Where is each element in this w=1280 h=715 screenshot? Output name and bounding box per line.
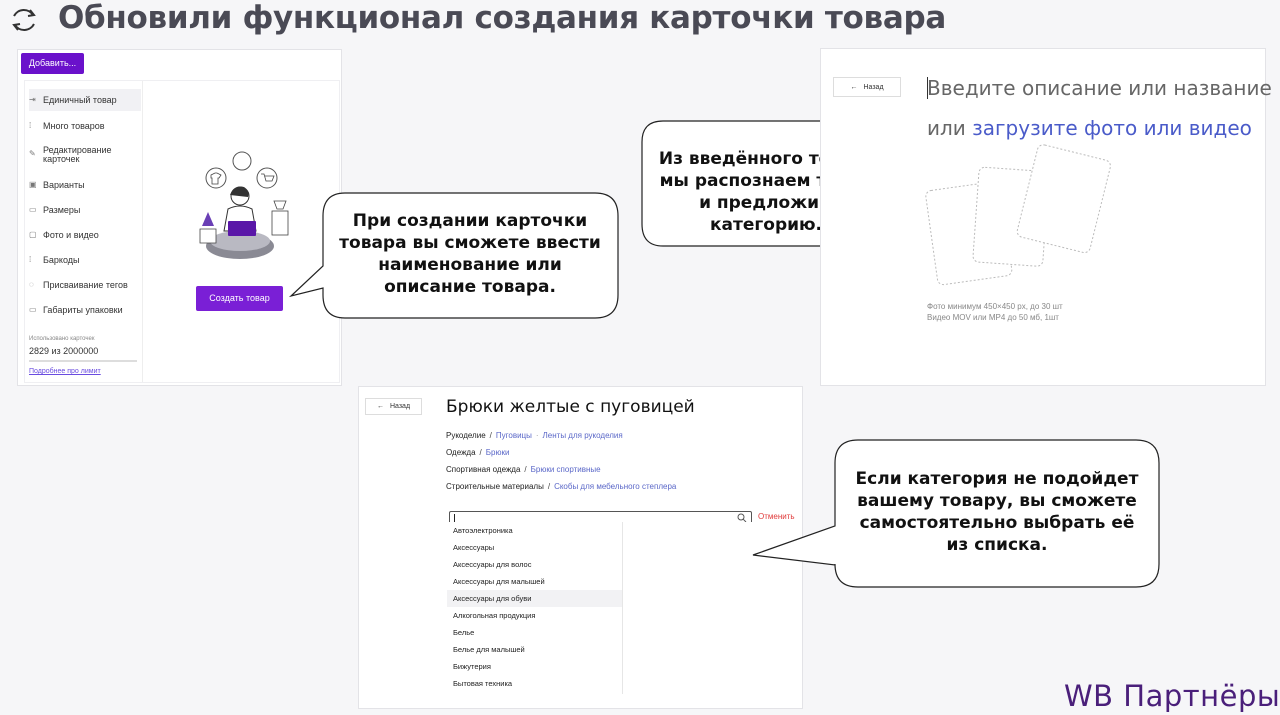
upload-media-link[interactable]: загрузите фото или видео — [972, 116, 1252, 140]
dropdown-option[interactable]: Аксессуары — [447, 539, 622, 556]
creation-sidebar: ⇥ Единичный товар ⁞ Много товаров ✎ Реда… — [25, 81, 143, 382]
box-icon: ▭ — [29, 305, 37, 314]
sidebar-item-label: Варианты — [43, 180, 85, 190]
sidebar-item-photo-video[interactable]: ▢ Фото и видео — [29, 230, 141, 240]
arrow-left-icon: ← — [850, 83, 858, 91]
photo-placeholders-icon — [925, 144, 1111, 286]
sidebar-item-sizes[interactable]: ▭ Размеры — [29, 205, 141, 215]
category-selection-screenshot: ← Назад Брюки желтые с пуговицей Рукодел… — [358, 386, 803, 709]
sidebar-item-label: Баркоды — [43, 255, 80, 265]
sidebar-item-many-products[interactable]: ⁞ Много товаров — [29, 121, 141, 131]
category-root: Одежда — [446, 448, 476, 457]
back-button-label: Назад — [863, 83, 884, 91]
sidebar-item-barcodes[interactable]: ⁞ Баркоды — [29, 255, 141, 265]
slide-title: Обновили функционал создания карточки то… — [58, 0, 946, 36]
variants-icon: ▣ — [29, 180, 37, 189]
category-suggestion-3[interactable]: Спортивная одежда / Брюки спортивные — [446, 465, 601, 474]
usage-label: Использовано карточек — [29, 336, 95, 342]
usage-progress-bar — [29, 360, 137, 362]
dropdown-option[interactable]: Белье — [447, 624, 622, 641]
category-leaf[interactable]: Брюки спортивные — [531, 465, 601, 474]
category-leaf[interactable]: Брюки — [486, 448, 510, 457]
dropdown-option-hovered[interactable]: Аксессуары для обуви — [447, 590, 622, 607]
grid-icon: ⁞ — [29, 121, 32, 130]
category-root: Строительные материалы — [446, 482, 544, 491]
arrow-left-icon: ← — [376, 403, 384, 410]
image-icon: ▢ — [29, 230, 37, 239]
barcode-icon: ⁞ — [29, 255, 32, 264]
dropdown-option[interactable]: Автоэлектроника — [447, 522, 622, 539]
pencil-icon: ✎ — [29, 149, 36, 158]
category-suggestion-2[interactable]: Одежда / Брюки — [446, 448, 509, 457]
product-title: Брюки желтые с пуговицей — [446, 397, 695, 417]
tag-icon: ◌ — [29, 280, 34, 289]
photo-requirements: Фото минимум 450×450 px, до 30 шт — [927, 302, 1063, 311]
upload-prompt-prefix: или — [927, 116, 973, 140]
dropdown-option[interactable]: Аксессуары для волос — [447, 556, 622, 573]
callout-bubble-entry: При создании карточки товара вы сможете … — [288, 192, 620, 320]
sidebar-item-label: Размеры — [43, 205, 81, 215]
category-leaf[interactable]: Скобы для мебельного степлера — [554, 482, 676, 491]
category-root: Рукоделие — [446, 431, 486, 440]
back-button-label: Назад — [389, 403, 411, 410]
category-suggestion-4[interactable]: Строительные материалы / Скобы для мебельн… — [446, 482, 676, 491]
callout-text-entry: При создании карточки товара вы сможете … — [339, 211, 601, 297]
callout-bubble-manual: Если категория не подойдет вашему товару… — [752, 439, 1162, 589]
category-suggestion-1[interactable]: Рукоделие / Пуговицы · Ленты для рукоделия — [446, 431, 623, 440]
back-button[interactable]: ← Назад — [365, 398, 422, 415]
person-with-laptop-illustration — [199, 151, 289, 259]
sidebar-item-label: Редактирование карточек — [43, 145, 112, 164]
sidebar-item-tags[interactable]: ◌ Присваивание тегов — [29, 280, 141, 290]
brand-logo: WB Партнёры — [1064, 679, 1280, 713]
video-requirements: Видео MOV или MP4 до 50 мб, 1шт — [927, 313, 1059, 322]
sidebar-item-edit-cards[interactable]: ✎ Редактирование карточек — [29, 146, 141, 164]
sidebar-item-variants[interactable]: ▣ Варианты — [29, 180, 141, 190]
create-product-button[interactable]: Создать товар — [196, 286, 283, 311]
dropdown-option[interactable]: Бижутерия — [447, 658, 622, 675]
sidebar-item-single-product[interactable]: ⇥ Единичный товар — [29, 89, 141, 111]
dropdown-option[interactable]: Алкогольная продукция — [447, 607, 622, 624]
upload-prompt: или загрузите фото или видео — [927, 116, 1252, 140]
sidebar-item-label: Присваивание тегов — [43, 280, 128, 290]
dropdown-option[interactable]: Аксессуары для малышей — [447, 573, 622, 590]
back-button[interactable]: ← Назад — [833, 77, 901, 97]
callout-text-manual: Если категория не подойдет вашему товару… — [855, 469, 1139, 555]
arrow-in-icon: ⇥ — [29, 95, 36, 104]
limit-details-link[interactable]: Подробнее про лимит — [29, 368, 101, 375]
sidebar-item-package-dimensions[interactable]: ▭ Габариты упаковки — [29, 305, 141, 315]
ruler-icon: ▭ — [29, 205, 37, 214]
sidebar-item-label: Много товаров — [43, 121, 105, 131]
usage-value: 2829 из 2000000 — [29, 346, 99, 356]
dropdown-option[interactable]: Бытовая техника — [447, 675, 622, 692]
category-root: Спортивная одежда — [446, 465, 521, 474]
refresh-icon — [12, 9, 36, 31]
category-extra[interactable]: Ленты для рукоделия — [543, 431, 623, 440]
category-dropdown: Автоэлектроника Аксессуары Аксессуары дл… — [447, 522, 799, 697]
sidebar-item-label: Габариты упаковки — [43, 305, 123, 315]
category-leaf[interactable]: Пуговицы — [496, 431, 532, 440]
dropdown-option[interactable]: Белье для малышей — [447, 641, 622, 658]
description-prompt[interactable]: Введите описание или название — [927, 76, 1272, 100]
description-input-screenshot: ← Назад Введите описание или название ил… — [820, 48, 1272, 386]
add-button[interactable]: Добавить... — [21, 53, 84, 74]
sidebar-item-label: Единичный товар — [43, 95, 117, 105]
sidebar-item-label: Фото и видео — [43, 230, 99, 240]
dropdown-divider — [622, 522, 623, 694]
